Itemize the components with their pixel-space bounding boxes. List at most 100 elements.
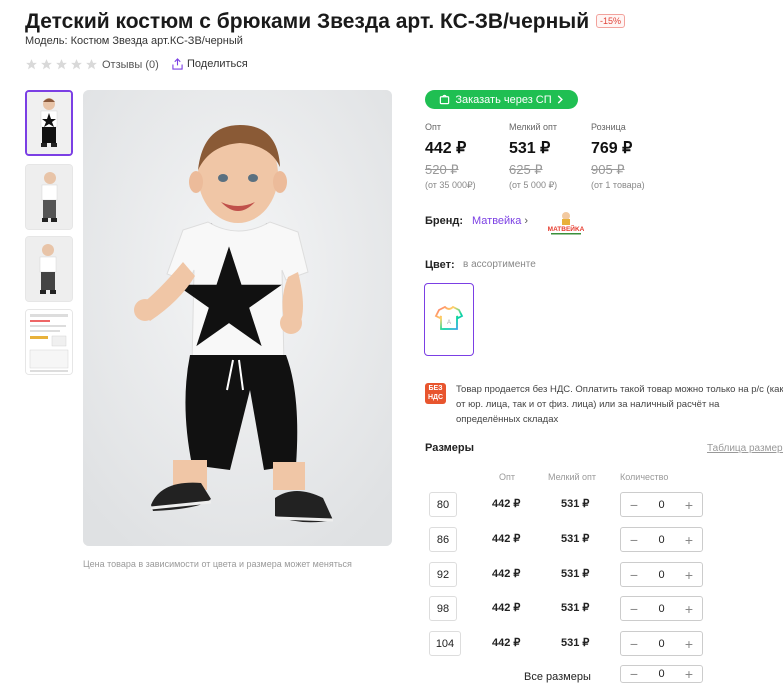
brand-label: Бренд: [425, 215, 464, 227]
increment-button[interactable]: + [682, 666, 696, 682]
increment-button[interactable]: + [682, 601, 696, 617]
price-value: 531 ₽ [509, 140, 551, 157]
share-icon [172, 58, 183, 70]
size-label: 98 [429, 596, 457, 621]
column-header-opt: Опт [499, 472, 515, 482]
opt-price: 442 ₽ [492, 602, 521, 614]
color-value: в ассортименте [463, 259, 536, 270]
brand-link[interactable]: Матвейка › [472, 215, 528, 227]
quantity-value[interactable]: 0 [658, 569, 664, 581]
price-condition: (от 5 000 ₽) [509, 180, 558, 190]
size-label: 86 [429, 527, 457, 552]
all-sizes-label: Все размеры [524, 671, 591, 683]
svg-text:A: A [447, 320, 451, 326]
small-opt-price: 531 ₽ [561, 602, 590, 614]
star-icon [56, 59, 67, 70]
order-via-sp-button[interactable]: Заказать через СП [425, 90, 578, 109]
small-opt-price: 531 ₽ [561, 568, 590, 580]
product-model: Модель: Костюм Звезда арт.КС-ЗВ/черный [25, 35, 243, 47]
brand-name: Матвейка [472, 215, 522, 227]
decrement-button[interactable]: − [627, 601, 641, 617]
thumbnail-3[interactable] [25, 236, 73, 302]
thumbnail-1[interactable] [25, 90, 73, 156]
cart-icon [440, 94, 450, 105]
color-swatch-assorted[interactable]: A [424, 283, 474, 356]
price-condition: (от 1 товара) [591, 180, 645, 190]
brand-logo-image: MATBEЙKA [548, 212, 585, 235]
column-header-quantity: Количество [620, 472, 669, 482]
price-tier-label: Мелкий опт [509, 122, 558, 132]
increment-button[interactable]: + [682, 567, 696, 583]
old-price: 905 ₽ [591, 162, 625, 177]
size-label: 80 [429, 492, 457, 517]
old-price: 625 ₽ [509, 162, 543, 177]
decrement-button[interactable]: − [627, 636, 641, 652]
small-opt-price: 531 ₽ [561, 498, 590, 510]
no-vat-badge: БЕЗ НДС [425, 383, 446, 404]
child-photo-thumbnail [27, 92, 71, 154]
rating-stars[interactable] [25, 58, 98, 71]
star-icon [26, 59, 37, 70]
decrement-button[interactable]: − [627, 567, 641, 583]
product-title: Детский костюм с брюками Звезда арт. КС-… [25, 10, 590, 33]
star-icon [86, 59, 97, 70]
decrement-button[interactable]: − [627, 497, 641, 513]
child-photo-thumbnail [26, 165, 72, 229]
child-in-star-costume-photo [83, 90, 392, 546]
opt-price: 442 ₽ [492, 498, 521, 510]
quantity-value[interactable]: 0 [658, 499, 664, 511]
increment-button[interactable]: + [682, 532, 696, 548]
decrement-button[interactable]: − [627, 532, 641, 548]
quantity-stepper[interactable]: − 0 + [620, 492, 703, 517]
share-label: Поделиться [187, 58, 248, 70]
quantity-value[interactable]: 0 [658, 534, 664, 546]
chevron-right-icon [557, 95, 563, 104]
child-photo-thumbnail [26, 237, 72, 301]
thumbnail-4[interactable] [25, 309, 73, 375]
size-label: 104 [429, 631, 461, 656]
small-opt-price: 531 ₽ [561, 533, 590, 545]
size-chart-thumbnail [26, 310, 72, 374]
price-tier-small-opt: Мелкий опт 531 ₽ 625 ₽ (от 5 000 ₽) [509, 122, 557, 191]
price-tier-retail: Розница 769 ₽ 905 ₽ (от 1 товара) [591, 122, 645, 190]
opt-price: 442 ₽ [492, 533, 521, 545]
size-label: 92 [429, 562, 457, 587]
quantity-stepper[interactable]: − 0 + [620, 631, 703, 656]
quantity-value[interactable]: 0 [658, 603, 664, 615]
small-opt-price: 531 ₽ [561, 637, 590, 649]
brand-logo-text: MATBEЙKA [548, 224, 584, 233]
discount-badge: -15% [596, 14, 626, 28]
price-value: 769 ₽ [591, 140, 633, 157]
opt-price: 442 ₽ [492, 568, 521, 580]
column-header-small-opt: Мелкий опт [548, 472, 597, 482]
quantity-value[interactable]: 0 [658, 638, 664, 650]
quantity-stepper[interactable]: − 0 + [620, 527, 703, 552]
chevron-right-icon: › [524, 215, 529, 227]
quantity-stepper[interactable]: − 0 + [620, 596, 703, 621]
quantity-value[interactable]: 0 [658, 668, 664, 680]
decrement-button[interactable]: − [627, 666, 641, 682]
star-icon [41, 59, 52, 70]
price-note: Цена товара в зависимости от цвета и раз… [83, 559, 352, 569]
all-sizes-stepper[interactable]: − 0 + [620, 665, 703, 683]
price-tier-label: Розница [591, 122, 626, 132]
reviews-link[interactable]: Отзывы (0) [102, 59, 159, 71]
increment-button[interactable]: + [682, 497, 696, 513]
thumbnail-2[interactable] [25, 164, 73, 230]
sizes-heading: Размеры [425, 442, 475, 454]
vat-notice: Товар продается без НДС. Оплатить такой … [456, 384, 783, 425]
price-tier-label: Опт [425, 122, 441, 132]
product-main-image[interactable] [83, 90, 392, 546]
price-value: 442 ₽ [425, 140, 467, 157]
size-table-link[interactable]: Таблица размеров [707, 443, 783, 454]
increment-button[interactable]: + [682, 636, 696, 652]
opt-price: 442 ₽ [492, 637, 521, 649]
order-via-sp-label: Заказать через СП [455, 93, 552, 106]
brand-logo[interactable]: MATBEЙKA [548, 210, 585, 236]
star-icon [71, 59, 82, 70]
share-button[interactable]: Поделиться [172, 58, 248, 70]
quantity-stepper[interactable]: − 0 + [620, 562, 703, 587]
price-condition: (от 35 000₽) [425, 180, 476, 190]
price-tier-opt: Опт 442 ₽ 520 ₽ (от 35 000₽) [425, 122, 476, 191]
tshirt-rainbow-icon: A [434, 305, 464, 330]
